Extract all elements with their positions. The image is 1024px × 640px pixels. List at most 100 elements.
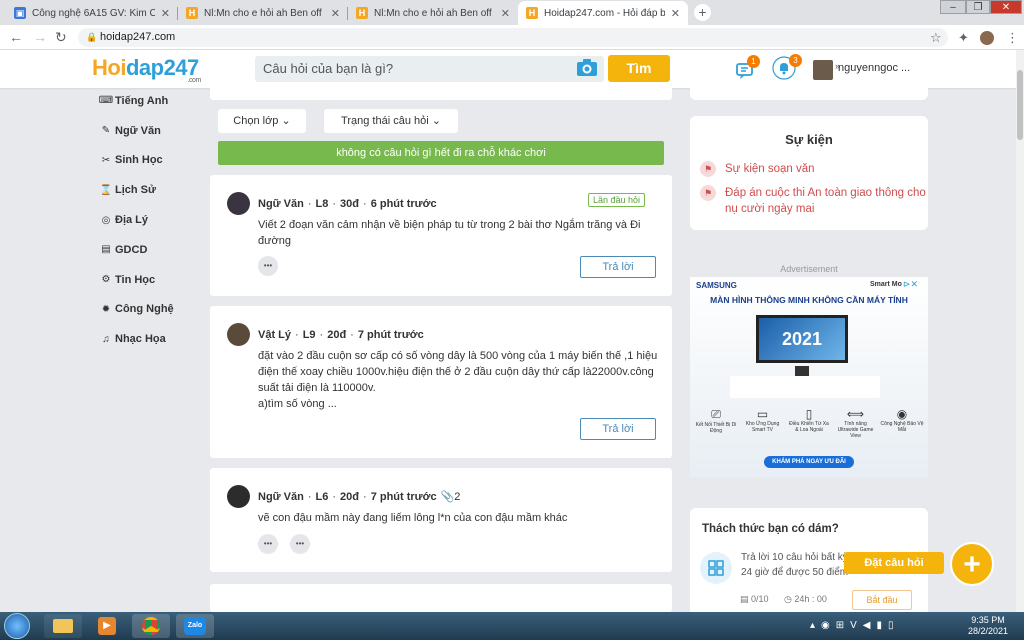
ask-question-button[interactable]: + (950, 542, 994, 586)
tab-title: Nl:Mn cho e hỏi ah Ben off hoida (204, 7, 325, 19)
site-logo[interactable]: Hoidap247 .com (92, 55, 201, 84)
event-item[interactable]: ⚑ Đáp án cuộc thi An toàn giao thông cho … (690, 185, 928, 217)
url-field[interactable]: 🔒 hoidap247.com (78, 28, 948, 47)
answer-button[interactable]: Trả lời (580, 418, 656, 440)
list-icon: ▤ (740, 594, 749, 604)
sidebar-item-cong-nghe[interactable]: ✹ Công Nghệ (98, 295, 198, 325)
sidebar-item-tieng-anh[interactable]: ⌨ Tiếng Anh (98, 86, 198, 116)
user-name[interactable]: nguyenngoc ... (838, 62, 910, 74)
chrome-icon[interactable] (132, 614, 170, 638)
sidebar-item-gdcd[interactable]: ▤ GDCD (98, 235, 198, 265)
question-subject[interactable]: Ngữ Văn (258, 198, 304, 210)
answerer-avatar[interactable]: ••• (290, 534, 310, 554)
sidebar-item-tin-hoc[interactable]: ⚙ Tin Học (98, 265, 198, 295)
new-tab-button[interactable]: + (694, 4, 711, 21)
ad-feature: ◉ Công Nghệ Bảo Vệ Mắt (880, 407, 924, 439)
class-filter-label: Chọn lớp (233, 115, 279, 127)
avatar[interactable] (227, 192, 250, 215)
gear-icon: ✹ (101, 303, 111, 315)
url-text: hoidap247.com (100, 31, 176, 43)
start-button[interactable] (4, 613, 30, 639)
camera-icon[interactable] (576, 58, 598, 78)
question-text[interactable]: Viết 2 đoạn văn cảm nhận về biện pháp tu… (258, 217, 658, 249)
question-text[interactable]: vẽ con đậu mầm này đang liếm lông l*n củ… (258, 510, 658, 526)
bell-badge: 3 (789, 54, 802, 67)
grid-icon (700, 552, 732, 584)
question-subject[interactable]: Ngữ Văn (258, 491, 304, 503)
event-label: Sự kiện soạn văn (725, 163, 815, 175)
answerer-avatar[interactable]: ••• (258, 256, 278, 276)
sidebar-item-nhac-hoa[interactable]: ♫ Nhạc Họa (98, 324, 198, 354)
minimize-button[interactable]: – (940, 0, 966, 14)
sidebar-item-label: GDCD (115, 243, 148, 256)
system-clock[interactable]: 9:35 PM 28/2/2021 (968, 615, 1008, 637)
event-item[interactable]: ⚑ Sự kiện soạn văn (690, 161, 928, 177)
pen-icon: ✎ (101, 125, 111, 137)
ad-cta-button[interactable]: KHÁM PHÁ NGAY ƯU ĐÃI (764, 456, 854, 468)
challenge-title: Thách thức bạn có dám? (702, 523, 839, 535)
file-explorer-icon[interactable] (44, 614, 82, 638)
answerer-avatar[interactable]: ••• (258, 534, 278, 554)
menu-dots-icon[interactable]: ⋮ (1006, 30, 1019, 46)
status-filter-dropdown[interactable]: Trạng thái câu hỏi ⌄ (324, 109, 458, 133)
page-scrollbar[interactable] (1016, 50, 1024, 612)
class-filter-dropdown[interactable]: Chọn lớp ⌄ (218, 109, 306, 133)
answer-button[interactable]: Trả lời (580, 256, 656, 278)
profile-avatar-icon[interactable] (980, 31, 994, 45)
maximize-button[interactable]: ❐ (966, 0, 990, 14)
search-button[interactable]: Tìm (608, 55, 670, 82)
sidebar-item-sinh-hoc[interactable]: ✂ Sinh Học (98, 146, 198, 176)
close-window-button[interactable]: ✕ (990, 0, 1022, 14)
question-card[interactable]: Ngữ Văn · L8 · 30đ · 6 phút trước Lần đầu h… (210, 175, 672, 296)
question-card[interactable] (210, 584, 672, 612)
windows-taskbar: ▶ Zalo ▴◉⊞V◀▮▯ 9:35 PM 28/2/2021 (0, 612, 1024, 640)
tab-4-active[interactable]: H Hoidap247.com - Hỏi đáp bài tậ ✕ (518, 1, 688, 25)
forward-icon[interactable]: → (33, 29, 47, 45)
grid-icon-glyph (708, 560, 724, 576)
challenge-progress-value: 0/10 (751, 594, 769, 604)
back-icon[interactable]: ← (9, 29, 23, 45)
bookmark-star-icon[interactable]: ☆ (930, 30, 942, 46)
sidebar-item-label: Tin Học (115, 273, 156, 286)
search-input[interactable]: Câu hỏi của bạn là gì? (255, 56, 604, 82)
tab-close-icon[interactable]: ✕ (501, 7, 510, 20)
tab-close-icon[interactable]: ✕ (671, 7, 680, 20)
avatar[interactable] (227, 485, 250, 508)
ad-feature-label: Tính năng Ultrawide Game View (837, 421, 874, 439)
question-text[interactable]: đặt vào 2 đầu cuộn sơ cấp có số vòng dây… (258, 348, 658, 412)
ad-feature-label: Kết Nối Thiết Bị Di Động (695, 422, 737, 434)
tab-close-icon[interactable]: ✕ (161, 7, 170, 20)
tab-2[interactable]: H Nl:Mn cho e hỏi ah Ben off hoida ✕ (178, 1, 348, 25)
zalo-icon[interactable]: Zalo (176, 614, 214, 638)
question-meta: Ngữ Văn · L6 · 20đ · 7 phút trước 📎 2 (227, 485, 460, 508)
reload-icon[interactable]: ↻ (55, 29, 67, 46)
scrollbar-thumb[interactable] (1017, 70, 1023, 140)
extensions-icon[interactable]: ✦ (958, 30, 969, 46)
question-text-more: a)tìm số vòng ... (258, 398, 337, 410)
ad-close-icon[interactable]: ⊳✕ (903, 279, 918, 290)
status-filter-label: Trạng thái câu hỏi (341, 115, 429, 127)
system-tray-icons[interactable]: ▴◉⊞V◀▮▯ (810, 620, 900, 631)
sidebar-item-dia-ly[interactable]: ◎ Địa Lý (98, 205, 198, 235)
advertisement-banner[interactable]: SAMSUNG Smart Mo ⊳✕ MÀN HÌNH THÔNG MINH … (690, 277, 928, 477)
challenge-progress: ▤ 0/10 (740, 594, 769, 605)
question-card[interactable]: Vật Lý · L9 · 20đ · 7 phút trước đặt vào 2 … (210, 306, 672, 458)
previous-widget-edge (690, 88, 928, 100)
media-player-icon[interactable]: ▶ (88, 614, 126, 638)
tab-title: Công nghệ 6A15 GV: Kim Chi (32, 7, 155, 19)
notice-banner: không có câu hỏi gì hết đi ra chỗ khác c… (218, 141, 664, 165)
tab-close-icon[interactable]: ✕ (331, 7, 340, 20)
ask-question-label[interactable]: Đặt câu hỏi (844, 552, 944, 574)
avatar[interactable] (227, 323, 250, 346)
clock-date: 28/2/2021 (967, 626, 1008, 636)
ad-feature-label: Kho Ứng Dụng Smart TV (745, 421, 780, 433)
search-placeholder: Câu hỏi của bạn là gì? (263, 61, 394, 76)
user-avatar[interactable] (813, 60, 833, 80)
sidebar-item-ngu-van[interactable]: ✎ Ngữ Văn (98, 116, 198, 146)
tab-3[interactable]: H Nl:Mn cho e hỏi ah Ben off hoida ✕ (348, 1, 518, 25)
start-challenge-button[interactable]: Bắt đầu (852, 590, 912, 610)
question-card[interactable]: Ngữ Văn · L6 · 20đ · 7 phút trước 📎 2 vẽ con… (210, 468, 672, 572)
sidebar-item-lich-su[interactable]: ⌛ Lịch Sử (98, 175, 198, 205)
tab-1[interactable]: ▣ Công nghệ 6A15 GV: Kim Chi ✕ (6, 1, 178, 25)
question-subject[interactable]: Vật Lý (258, 329, 291, 341)
